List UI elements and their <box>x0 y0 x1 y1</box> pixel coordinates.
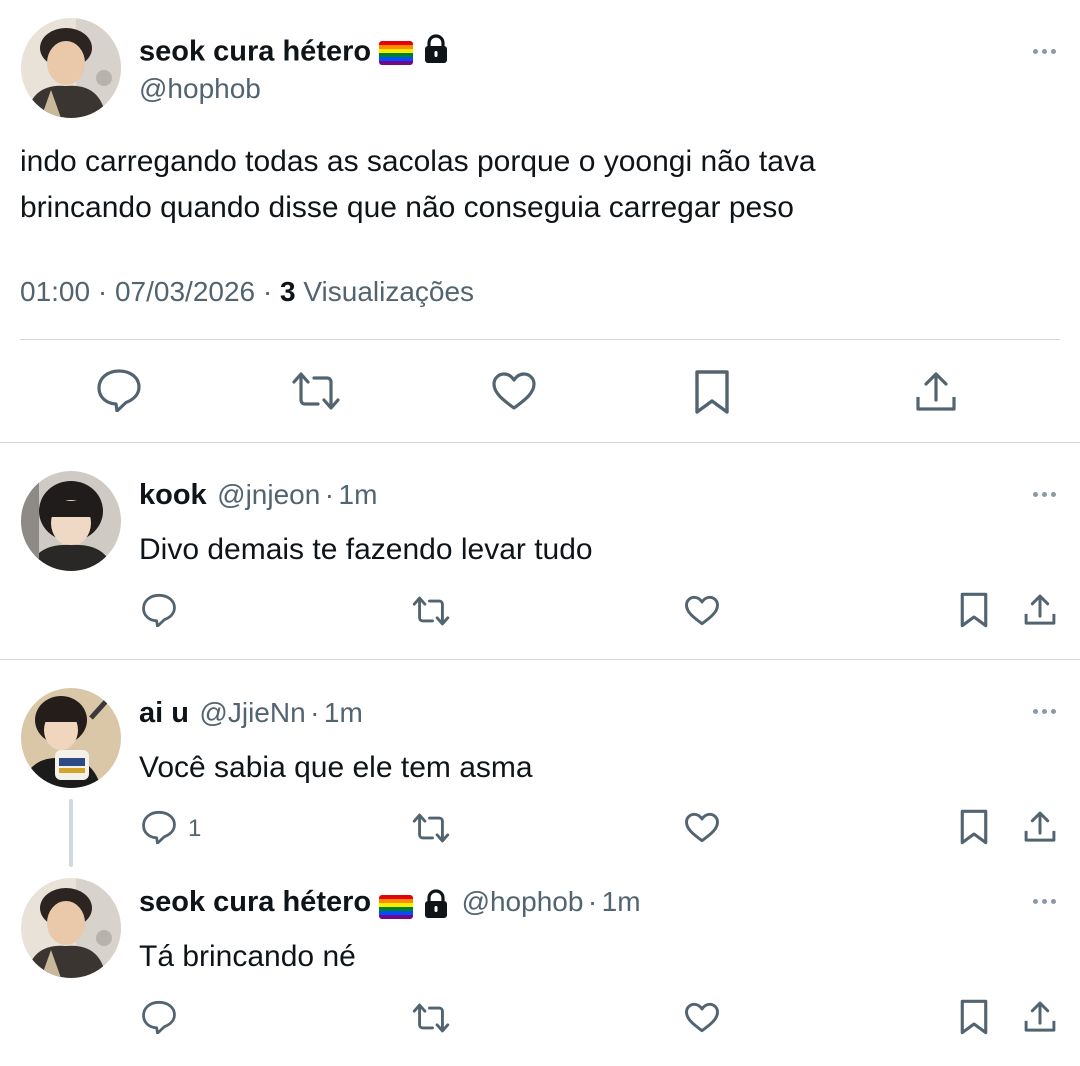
rainbow-flag-icon <box>379 41 414 65</box>
reply-time[interactable]: 1m <box>324 697 363 728</box>
more-options-button[interactable] <box>1033 709 1056 714</box>
speech-bubble-icon <box>142 810 176 844</box>
lock-icon <box>423 34 449 72</box>
retweet-button[interactable] <box>411 595 451 627</box>
like-button[interactable] <box>684 812 720 843</box>
thread-connector-line <box>69 799 73 867</box>
like-button[interactable] <box>684 1002 720 1033</box>
reply-text: Divo demais te fazendo levar tudo <box>139 533 593 566</box>
three-dots-icon <box>1033 709 1038 714</box>
share-upload-icon <box>1024 811 1056 842</box>
views-label: Visualizações <box>303 276 475 307</box>
avatar-reply-3[interactable] <box>21 878 121 978</box>
bookmark-button[interactable] <box>693 369 731 415</box>
heart-icon <box>685 595 719 626</box>
divider <box>0 659 1080 660</box>
reply-time[interactable]: 1m <box>339 479 378 510</box>
speech-bubble-icon <box>142 593 176 627</box>
bookmark-icon <box>960 809 988 845</box>
more-options-button[interactable] <box>1033 899 1056 904</box>
divider <box>0 442 1080 443</box>
share-button[interactable] <box>1023 1000 1057 1034</box>
rainbow-flag-icon <box>379 894 414 919</box>
three-dots-icon <box>1033 49 1038 54</box>
reply-handle[interactable]: @JjieNn <box>199 697 305 728</box>
avatar-main[interactable] <box>21 18 121 118</box>
main-handle[interactable]: @hophob <box>139 73 261 105</box>
avatar-reply-2[interactable] <box>21 688 121 788</box>
bookmark-button[interactable] <box>959 592 989 628</box>
like-button[interactable] <box>684 595 720 626</box>
heart-icon <box>685 1002 719 1033</box>
reply-count: 1 <box>188 815 202 842</box>
reply-text: Tá brincando né <box>139 940 356 973</box>
bookmark-icon <box>695 370 729 414</box>
heart-icon <box>685 812 719 843</box>
retweet-arrows-icon <box>412 1003 450 1033</box>
speech-bubble-icon <box>142 1000 176 1034</box>
share-button[interactable] <box>1023 810 1057 844</box>
bookmark-button[interactable] <box>959 809 989 845</box>
reply-text: Você sabia que ele tem asma <box>139 751 533 784</box>
avatar-reply-1[interactable] <box>21 471 121 571</box>
reply-button[interactable] <box>96 368 142 412</box>
heart-icon <box>492 372 536 410</box>
retweet-button[interactable] <box>411 1002 451 1034</box>
retweet-arrows-icon <box>412 596 450 626</box>
main-display-name-text: seok cura hétero <box>139 35 372 68</box>
like-button[interactable] <box>491 371 537 411</box>
more-options-button[interactable] <box>1033 492 1056 497</box>
reply-header: ai u @JjieNn · 1m <box>139 697 363 729</box>
share-button[interactable] <box>914 370 958 414</box>
bookmark-icon <box>960 592 988 628</box>
three-dots-icon <box>1033 899 1038 904</box>
views-count: 3 <box>280 276 296 307</box>
main-tweet-text-line1: indo carregando todas as sacolas porque … <box>20 145 816 178</box>
bookmark-icon <box>960 999 988 1035</box>
retweet-button[interactable] <box>290 370 342 412</box>
speech-bubble-icon <box>97 369 141 412</box>
share-button[interactable] <box>1023 593 1057 627</box>
share-upload-icon <box>916 372 956 411</box>
reply-button[interactable] <box>141 810 177 844</box>
reply-header: kook @jnjeon · 1m <box>139 479 378 511</box>
tweet-date[interactable]: 07/03/2026 <box>115 276 255 307</box>
more-options-button[interactable] <box>1033 49 1056 54</box>
reply-display-name[interactable]: kook <box>139 479 207 511</box>
share-upload-icon <box>1024 1001 1056 1032</box>
main-display-name[interactable]: seok cura hétero <box>139 34 449 72</box>
retweet-button[interactable] <box>411 812 451 844</box>
main-tweet-text-line2: brincando quando disse que não conseguia… <box>20 191 794 224</box>
lock-icon <box>423 889 449 924</box>
reply-handle[interactable]: @jnjeon <box>217 479 320 510</box>
reply-button[interactable] <box>141 593 177 627</box>
bookmark-button[interactable] <box>959 999 989 1035</box>
reply-time[interactable]: 1m <box>602 886 641 917</box>
reply-display-name[interactable]: ai u <box>139 697 189 729</box>
share-upload-icon <box>1024 594 1056 625</box>
retweet-arrows-icon <box>412 813 450 843</box>
reply-display-name[interactable]: seok cura hétero <box>139 886 371 918</box>
tweet-time[interactable]: 01:00 <box>20 276 90 307</box>
reply-header: seok cura hétero @hophob · 1m <box>139 886 641 924</box>
divider <box>20 339 1060 340</box>
reply-button[interactable] <box>141 1000 177 1034</box>
three-dots-icon <box>1033 492 1038 497</box>
reply-handle[interactable]: @hophob <box>462 886 584 917</box>
retweet-arrows-icon <box>292 372 340 410</box>
tweet-meta: 01:00 · 07/03/2026 · 3 Visualizações <box>20 276 475 307</box>
